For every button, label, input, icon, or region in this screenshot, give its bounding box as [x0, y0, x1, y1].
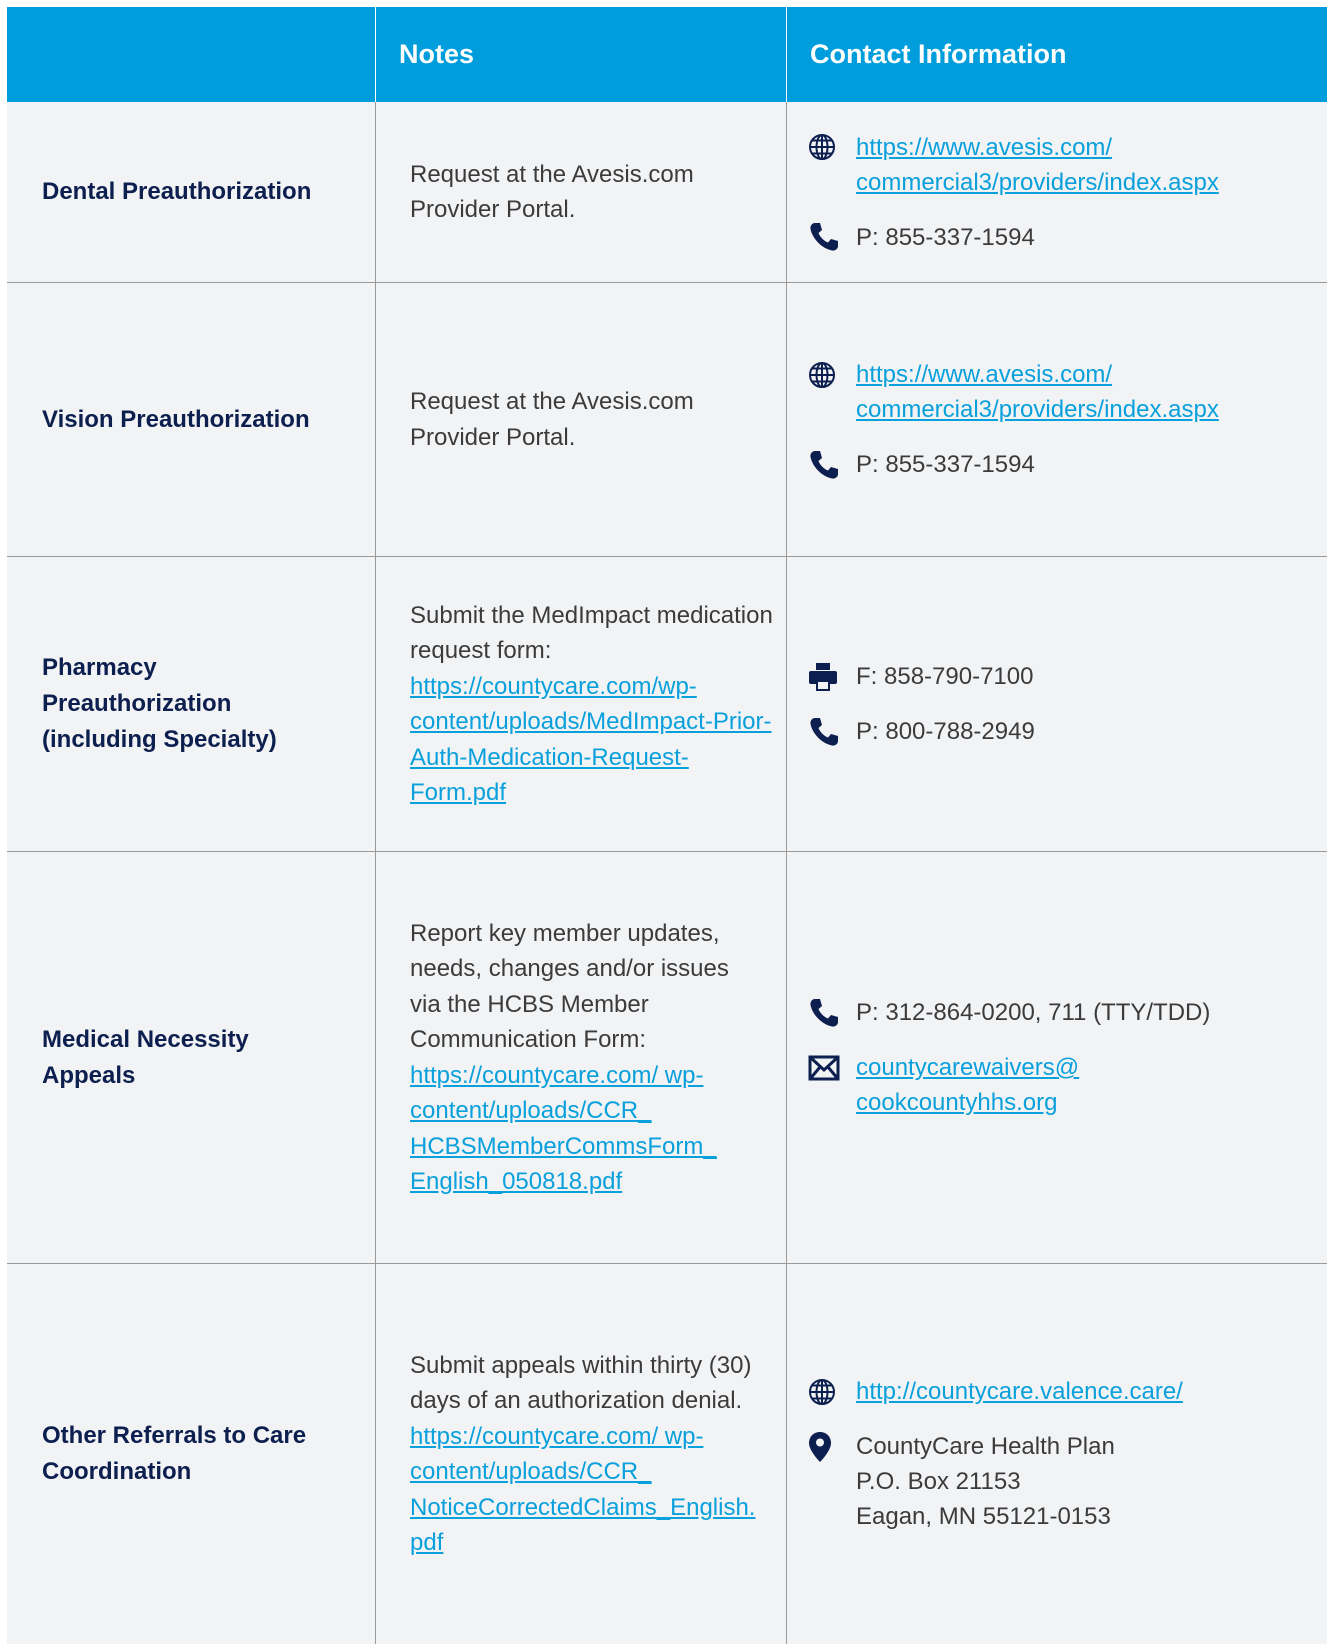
- phone-number: P: 855-337-1594: [856, 451, 1035, 478]
- contact-item: P: 855-337-1594: [808, 220, 1246, 255]
- address-line: CountyCare Health Plan: [856, 1433, 1115, 1460]
- mailing-address: CountyCare Health Plan P.O. Box 21153 Ea…: [856, 1429, 1115, 1534]
- contact-item: https://www.avesis.com/ commercial3/prov…: [808, 130, 1246, 200]
- contact-item: http://countycare.valence.care/: [808, 1374, 1183, 1409]
- email-link[interactable]: countycarewaivers@ cookcountyhhs.org: [856, 1050, 1096, 1120]
- row-note: Request at the Avesis.com Provider Porta…: [410, 384, 776, 455]
- contact-item: P: 855-337-1594: [808, 447, 1246, 482]
- row-label: Vision Preauthorization: [42, 405, 310, 433]
- mail-icon: [808, 1050, 856, 1085]
- contact-item: P: 800-788-2949: [808, 714, 1035, 749]
- row-note: Submit the MedImpact medication request …: [410, 598, 775, 811]
- note-text: Report key member updates, needs, change…: [410, 919, 729, 1054]
- globe-icon: [808, 357, 856, 392]
- phone-icon: [808, 714, 856, 749]
- note-text: Submit the MedImpact medication request …: [410, 601, 773, 665]
- table-row: Pharmacy Preauthorization (including Spe…: [7, 557, 1327, 852]
- table-row: Vision Preauthorization Request at the A…: [7, 283, 1327, 557]
- contact-item: https://www.avesis.com/ commercial3/prov…: [808, 357, 1246, 427]
- phone-number: P: 312-864-0200, 711 (TTY/TDD): [856, 999, 1211, 1026]
- phone-icon: [808, 220, 856, 255]
- row-label: Other Referrals to Care Coordination: [42, 1422, 307, 1485]
- fax-number: F: 858-790-7100: [856, 663, 1034, 690]
- contact-item: P: 312-864-0200, 711 (TTY/TDD): [808, 995, 1210, 1030]
- contact-list: https://www.avesis.com/ commercial3/prov…: [808, 357, 1246, 482]
- globe-icon: [808, 1374, 856, 1409]
- corrected-claims-link[interactable]: https://countycare.com/ wp-content/uploa…: [410, 1423, 755, 1557]
- location-pin-icon: [808, 1429, 856, 1464]
- phone-number: P: 800-788-2949: [856, 718, 1035, 745]
- contact-table: Notes Contact Information Dental Preauth…: [7, 7, 1327, 1644]
- note-text: Submit appeals within thirty (30) days o…: [410, 1351, 752, 1415]
- table-row: Other Referrals to Care Coordination Sub…: [7, 1264, 1327, 1644]
- table-row: Dental Preauthorization Request at the A…: [7, 102, 1327, 283]
- row-note: Submit appeals within thirty (30) days o…: [410, 1348, 776, 1561]
- avesis-link[interactable]: https://www.avesis.com/ commercial3/prov…: [856, 130, 1246, 200]
- note-text: Request at the Avesis.com Provider Porta…: [410, 160, 694, 224]
- row-label: Medical Necessity Appeals: [42, 1025, 249, 1089]
- contact-item: CountyCare Health Plan P.O. Box 21153 Ea…: [808, 1429, 1183, 1534]
- contact-list: https://www.avesis.com/ commercial3/prov…: [808, 130, 1246, 255]
- globe-icon: [808, 130, 856, 165]
- contact-item: countycarewaivers@ cookcountyhhs.org: [808, 1050, 1210, 1120]
- contact-list: http://countycare.valence.care/ CountyCa…: [808, 1374, 1183, 1534]
- row-label: Dental Preauthorization: [42, 178, 312, 205]
- fax-icon: [808, 659, 856, 694]
- address-line: Eagan, MN 55121-0153: [856, 1503, 1111, 1530]
- note-text: Request at the Avesis.com Provider Porta…: [410, 388, 694, 451]
- row-label: Pharmacy Preauthorization (including Spe…: [42, 654, 277, 753]
- row-note: Request at the Avesis.com Provider Porta…: [410, 157, 776, 228]
- table-row: Medical Necessity Appeals Report key mem…: [7, 852, 1327, 1264]
- header-contact: Contact Information: [810, 39, 1067, 69]
- contact-list: F: 858-790-7100 P: 800-788-2949: [808, 659, 1035, 749]
- contact-item: F: 858-790-7100: [808, 659, 1035, 694]
- medimpact-form-link[interactable]: https://countycare.com/wp-content/upload…: [410, 673, 772, 807]
- valence-link[interactable]: http://countycare.valence.care/: [856, 1374, 1183, 1409]
- contact-list: P: 312-864-0200, 711 (TTY/TDD) countycar…: [808, 995, 1210, 1120]
- avesis-link[interactable]: https://www.avesis.com/ commercial3/prov…: [856, 357, 1246, 427]
- row-note: Report key member updates, needs, change…: [410, 916, 755, 1200]
- phone-number: P: 855-337-1594: [856, 223, 1035, 251]
- header-empty-cell: [7, 7, 376, 102]
- phone-icon: [808, 447, 856, 482]
- table-header: Notes Contact Information: [7, 7, 1327, 102]
- phone-icon: [808, 995, 856, 1030]
- header-notes: Notes: [376, 7, 787, 102]
- address-line: P.O. Box 21153: [856, 1468, 1021, 1495]
- hcbs-form-link[interactable]: https://countycare.com/ wp-content/uploa…: [410, 1062, 717, 1196]
